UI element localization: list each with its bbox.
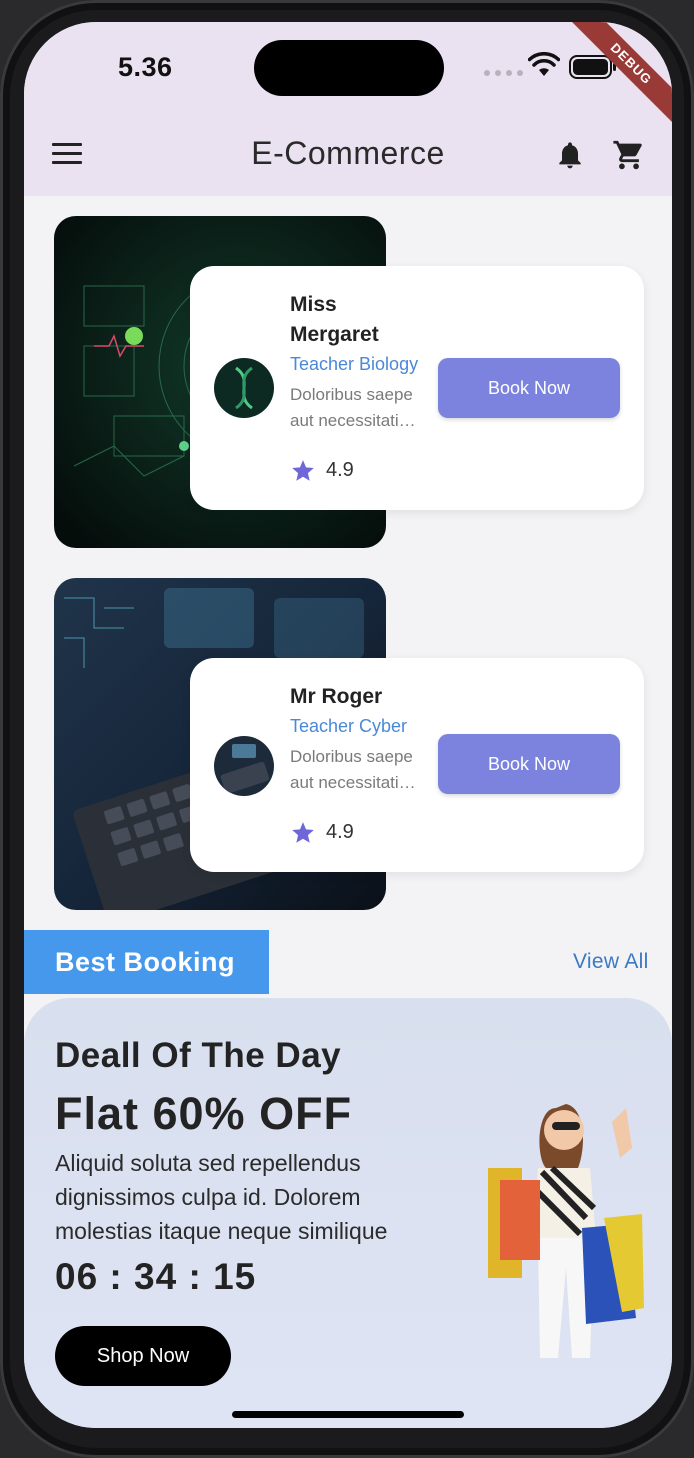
shopping-woman-image (488, 1104, 644, 1358)
teacher-rating: 4.9 (326, 459, 354, 481)
signal-icon (484, 70, 523, 76)
deal-title: Deall Of The Day (55, 1036, 342, 1075)
teacher-name: Mr Roger (290, 685, 383, 708)
teacher-card[interactable]: Miss Mergaret Teacher Biology Doloribus … (54, 216, 644, 548)
star-icon (292, 822, 314, 843)
cart-icon[interactable] (612, 138, 646, 172)
deal-countdown: 06 : 34 : 15 (55, 1256, 257, 1297)
teacher-info-card: Mr Roger Teacher Cyber Doloribus saepe a… (190, 658, 644, 872)
teacher-avatar (214, 358, 274, 418)
status-time: 5.36 (118, 52, 173, 82)
teacher-card[interactable]: Mr Roger Teacher Cyber Doloribus saepe a… (54, 578, 644, 910)
shop-now-button[interactable]: Shop Now (55, 1326, 231, 1386)
wifi-icon (528, 52, 560, 76)
teacher-name: Miss Mergaret (290, 293, 379, 346)
deal-description: Aliquid soluta sed repellendus dignissim… (55, 1150, 388, 1244)
bell-icon[interactable] (554, 139, 586, 171)
teacher-role: Teacher Biology (290, 354, 419, 374)
teacher-description: Doloribus saepe aut necessitati… (290, 747, 416, 792)
star-icon (292, 460, 314, 481)
deal-offer: Flat 60% OFF (55, 1088, 353, 1139)
deal-banner: Deall Of The Day Flat 60% OFF Aliquid so… (24, 998, 672, 1428)
teacher-role: Teacher Cyber (290, 716, 408, 736)
teacher-info-card: Miss Mergaret Teacher Biology Doloribus … (190, 266, 644, 510)
teacher-description: Doloribus saepe aut necessitati… (290, 385, 416, 430)
screen: 5.36 DEBUG E-Commerce Miss Mergaret Teac… (24, 22, 672, 1428)
section-title-best-booking: Best Booking (24, 930, 269, 994)
book-now-button[interactable]: Book Now (438, 358, 620, 418)
book-now-button[interactable]: Book Now (438, 734, 620, 794)
teacher-rating: 4.9 (326, 821, 354, 843)
teacher-avatar (214, 736, 274, 796)
dynamic-island (254, 40, 444, 96)
home-indicator (232, 1411, 464, 1418)
phone-frame: 5.36 DEBUG E-Commerce Miss Mergaret Teac… (0, 0, 694, 1458)
view-all-link[interactable]: View All (573, 950, 649, 974)
